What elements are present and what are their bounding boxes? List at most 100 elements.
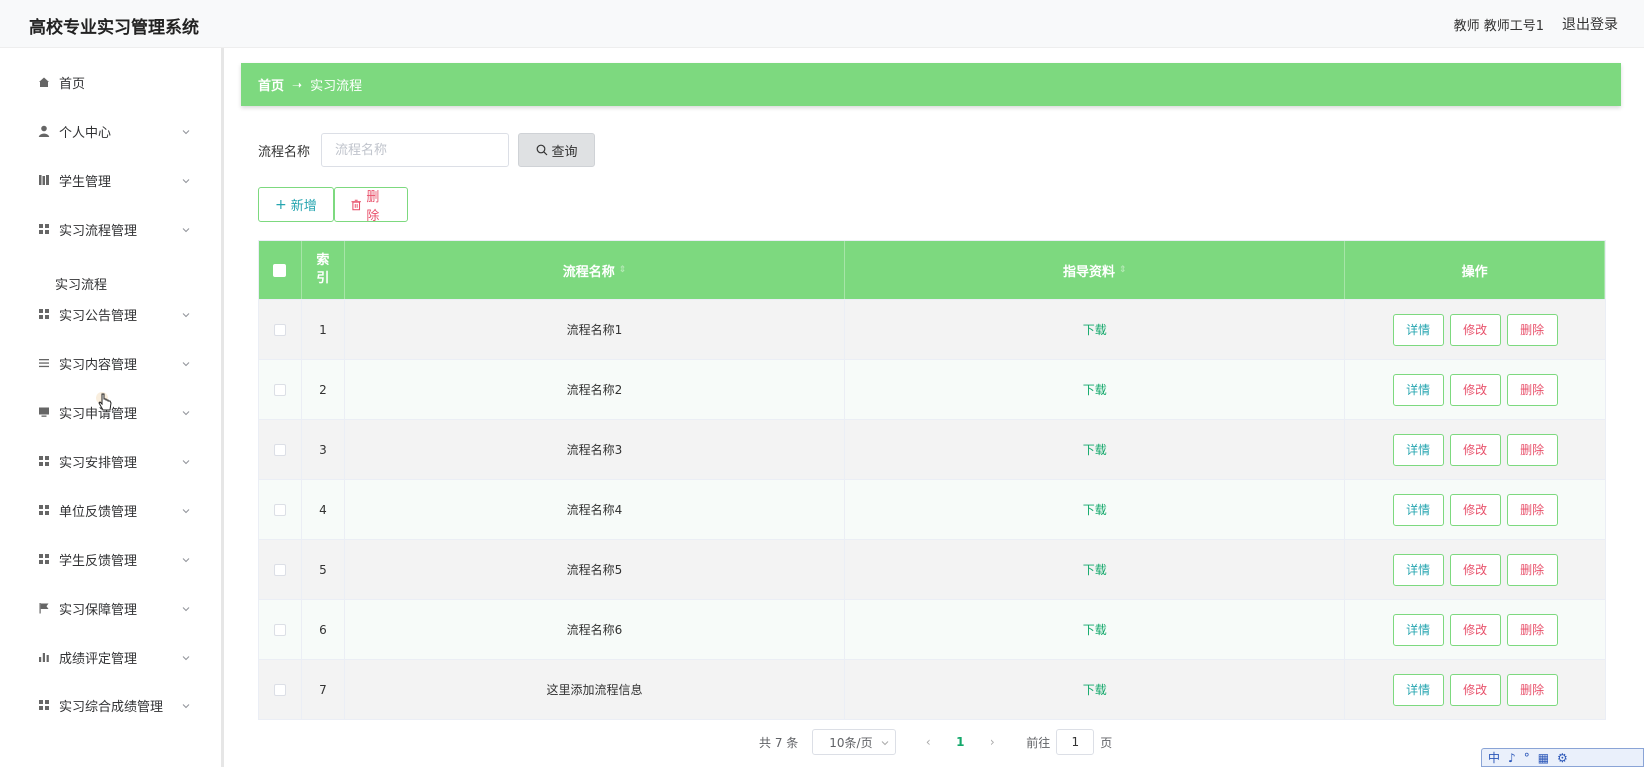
ime-toolbar-item[interactable]: ° (1524, 751, 1530, 765)
row-checkbox[interactable] (273, 503, 286, 516)
row-index: 5 (302, 540, 345, 599)
download-link[interactable]: 下载 (1083, 501, 1107, 518)
row-ops: 详情 修改 删除 (1345, 660, 1605, 719)
edit-button[interactable]: 修改 (1449, 673, 1501, 706)
download-link[interactable]: 下载 (1083, 381, 1107, 398)
header-index-label: 索引 (316, 253, 330, 286)
row-delete-button[interactable]: 删除 (1506, 553, 1558, 586)
breadcrumb: 首页 ➝ 实习流程 (241, 63, 1621, 106)
row-checkbox[interactable] (273, 383, 286, 396)
sidebar-item-label: 实习保障管理 (59, 602, 138, 618)
row-name: 流程名称3 (345, 420, 846, 479)
download-link[interactable]: 下载 (1083, 561, 1107, 578)
detail-button[interactable]: 详情 (1392, 373, 1444, 406)
goto-label: 前往 (1026, 735, 1051, 750)
sort-icon[interactable]: ⇕ (1119, 265, 1127, 275)
row-checkbox[interactable] (273, 563, 286, 576)
ime-toolbar-item[interactable]: ♪ (1508, 751, 1516, 765)
row-checkbox[interactable] (273, 323, 286, 336)
detail-button[interactable]: 详情 (1392, 613, 1444, 646)
sidebar-item-label: 实习安排管理 (59, 455, 138, 471)
sidebar-item[interactable]: 首页 (18, 62, 208, 102)
row-delete-button[interactable]: 删除 (1506, 373, 1558, 406)
header-name[interactable]: 流程名称 ⇕ (345, 241, 846, 299)
goto-page-input[interactable] (1056, 729, 1095, 755)
row-checkbox-cell (259, 360, 302, 419)
delete-button[interactable]: 删除 (334, 187, 408, 224)
download-link[interactable]: 下载 (1083, 681, 1107, 698)
search-label: 流程名称 (258, 144, 311, 160)
edit-button[interactable]: 修改 (1449, 553, 1501, 586)
row-name: 流程名称4 (345, 480, 846, 539)
prev-page-icon[interactable]: ‹ (916, 735, 940, 749)
row-doc: 下载 (845, 420, 1346, 479)
header-index: 索引 (302, 241, 345, 299)
row-doc: 下载 (845, 600, 1346, 659)
search-row: 流程名称 查询 (258, 133, 596, 167)
sidebar-item[interactable]: 实习内容管理 (18, 343, 208, 383)
submenu-item[interactable]: 实习流程 (55, 268, 107, 298)
detail-button[interactable]: 详情 (1392, 673, 1444, 706)
grid-icon (37, 698, 51, 712)
row-delete-button[interactable]: 删除 (1506, 493, 1558, 526)
detail-button[interactable]: 详情 (1392, 493, 1444, 526)
detail-button[interactable]: 详情 (1392, 313, 1444, 346)
edit-button[interactable]: 修改 (1449, 493, 1501, 526)
sidebar-item[interactable]: 学生管理 (18, 160, 208, 200)
sidebar-item[interactable]: 实习安排管理 (18, 441, 208, 481)
ime-toolbar-item[interactable]: ▦ (1538, 751, 1549, 765)
edit-button[interactable]: 修改 (1449, 313, 1501, 346)
sidebar-item[interactable]: 学生反馈管理 (18, 539, 208, 579)
chevron-down-icon (182, 504, 190, 514)
row-checkbox[interactable] (273, 443, 286, 456)
page-size-select[interactable]: 10条/页 (812, 729, 897, 755)
sidebar-item[interactable]: 个人中心 (18, 111, 208, 151)
sidebar-item[interactable]: 单位反馈管理 (18, 490, 208, 530)
sidebar-item-label: 学生管理 (59, 174, 112, 190)
row-ops: 详情 修改 删除 (1345, 300, 1605, 359)
detail-button[interactable]: 详情 (1392, 553, 1444, 586)
download-link[interactable]: 下载 (1083, 621, 1107, 638)
search-input[interactable] (321, 133, 510, 167)
sort-icon[interactable]: ⇕ (619, 265, 627, 275)
page-size-value: 10条/页 (829, 735, 873, 750)
table-row: 6 流程名称6 下载 详情 修改 删除 (259, 599, 1605, 659)
sidebar-item[interactable]: 实习保障管理 (18, 588, 208, 628)
page-number[interactable]: 1 (940, 735, 980, 749)
row-checkbox[interactable] (273, 623, 286, 636)
row-delete-button[interactable]: 删除 (1506, 673, 1558, 706)
sidebar-item[interactable]: 实习流程管理 (18, 209, 208, 249)
ime-toolbar[interactable]: 中 ♪ ° ▦ ⚙ (1481, 748, 1644, 767)
row-delete-button[interactable]: 删除 (1506, 313, 1558, 346)
table-row: 4 流程名称4 下载 详情 修改 删除 (259, 479, 1605, 539)
sidebar-item[interactable]: 成绩评定管理 (18, 637, 208, 677)
row-checkbox[interactable] (273, 683, 286, 696)
detail-button[interactable]: 详情 (1392, 433, 1444, 466)
download-link[interactable]: 下载 (1083, 321, 1107, 338)
row-checkbox-cell (259, 660, 302, 719)
sidebar-item[interactable]: 实习综合成绩管理 (18, 685, 208, 725)
ime-toolbar-item[interactable]: 中 (1488, 749, 1500, 766)
select-all-checkbox[interactable] (273, 263, 287, 277)
logout-link[interactable]: 退出登录 (1562, 14, 1618, 34)
sidebar-item[interactable]: 实习公告管理 (18, 294, 208, 334)
row-delete-button[interactable]: 删除 (1506, 433, 1558, 466)
header-doc[interactable]: 指导资料 ⇕ (845, 241, 1346, 299)
chevron-down-icon (182, 602, 190, 612)
row-delete-button[interactable]: 删除 (1506, 613, 1558, 646)
breadcrumb-home[interactable]: 首页 (258, 75, 284, 94)
sidebar-item-label: 成绩评定管理 (59, 651, 138, 667)
search-button[interactable]: 查询 (518, 133, 596, 167)
search-icon (536, 144, 547, 156)
list-icon (37, 356, 51, 370)
edit-button[interactable]: 修改 (1449, 373, 1501, 406)
top-header: 高校专业实习管理系统 教师 教师工号1 退出登录 (0, 0, 1644, 48)
edit-button[interactable]: 修改 (1449, 433, 1501, 466)
download-link[interactable]: 下载 (1083, 441, 1107, 458)
add-button[interactable]: + 新增 (258, 187, 334, 222)
hand-cursor-icon (96, 392, 112, 411)
next-page-icon[interactable]: › (980, 735, 1004, 749)
sidebar-item-label: 实习内容管理 (59, 357, 138, 373)
ime-toolbar-item[interactable]: ⚙ (1557, 751, 1568, 765)
edit-button[interactable]: 修改 (1449, 613, 1501, 646)
